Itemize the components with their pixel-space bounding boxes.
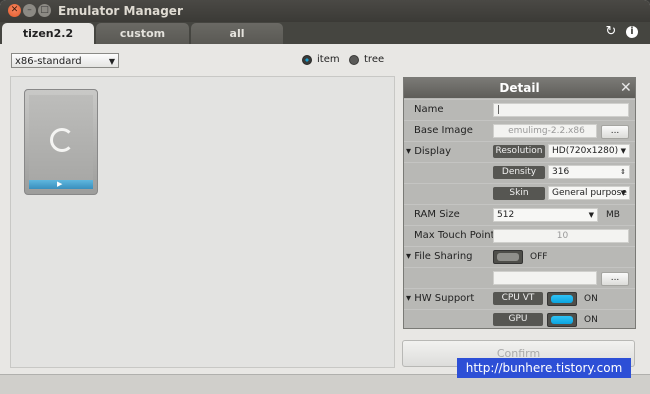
ram-label: RAM Size [414,209,460,220]
ram-select[interactable]: 512 ▼ [493,208,598,222]
info-icon[interactable]: i [626,26,638,38]
file-sharing-path-row: ... [404,267,635,287]
cpu-vt-label: CPU VT [493,292,543,305]
tab-tizen22[interactable]: tizen2.2 [2,23,94,44]
file-sharing-row: ▾ File Sharing OFF [404,246,635,266]
density-value: 316 [552,167,570,177]
density-spinner[interactable]: 316 ⇕ [548,165,630,179]
base-image-label: Base Image [414,125,473,136]
cpu-vt-toggle[interactable] [547,292,577,306]
display-group-label[interactable]: ▾ Display [406,142,451,162]
tab-bar: tizen2.2 custom all ↻ i [0,22,650,44]
skin-select[interactable]: General purpose ▼ [548,186,630,200]
resolution-value: HD(720x1280) [552,146,619,156]
ram-row: RAM Size 512 ▼ MB [404,204,635,224]
file-sharing-browse-button[interactable]: ... [601,272,629,286]
density-label: Density [493,166,545,179]
ram-unit: MB [606,210,620,220]
name-label: Name [414,104,444,115]
resolution-select[interactable]: HD(720x1280) ▼ [548,144,630,158]
emulator-item[interactable]: ▶ [24,89,98,195]
touch-field: 10 [493,229,629,243]
spinner-arrows-icon: ⇕ [620,168,626,176]
title-bar: ✕ – □ Emulator Manager [0,0,650,22]
loading-spinner-icon [50,128,74,152]
gpu-row: GPU ON [404,309,635,329]
view-tree-label[interactable]: tree [364,54,384,65]
name-row: Name | [404,99,635,119]
gpu-toggle[interactable] [547,313,577,327]
collapse-arrow-icon: ▾ [406,293,415,304]
detail-panel: Detail ✕ Name | Base Image emulimg-2.2.x… [403,77,636,329]
ram-value: 512 [497,210,515,220]
view-item-radio[interactable] [302,55,312,65]
dropdown-arrow-icon: ▼ [620,189,626,197]
base-image-browse-button[interactable]: ... [601,125,629,139]
refresh-icon[interactable]: ↻ [604,25,618,39]
gpu-label: GPU [493,313,543,326]
display-label: Display [414,146,452,157]
skin-value: General purpose [552,188,627,198]
file-sharing-path-field[interactable] [493,271,597,285]
base-image-row: Base Image emulimg-2.2.x86 ... [404,120,635,140]
tab-all[interactable]: all [191,23,283,44]
dropdown-arrow-icon: ▼ [108,57,115,66]
window-title: Emulator Manager [58,4,183,18]
profile-select[interactable]: x86-standard ▼ [11,53,119,68]
emulator-manager-window: ✕ – □ Emulator Manager tizen2.2 custom a… [0,0,650,394]
tab-custom[interactable]: custom [96,23,189,44]
gpu-state: ON [584,315,598,325]
view-tree-radio[interactable] [349,55,359,65]
hw-support-group-label[interactable]: ▾ HW Support [406,289,474,309]
profile-select-value: x86-standard [15,56,82,67]
resolution-label: Resolution [493,145,545,158]
density-row: Density 316 ⇕ [404,162,635,182]
minimize-window-icon[interactable]: – [23,4,36,17]
dropdown-arrow-icon: ▼ [620,147,626,155]
maximize-window-icon[interactable]: □ [38,4,51,17]
name-input[interactable]: | [493,103,629,117]
collapse-arrow-icon: ▾ [406,251,415,262]
toggle-knob [551,295,573,303]
view-item-label[interactable]: item [317,54,340,65]
file-sharing-state: OFF [530,252,548,262]
toggle-knob [551,316,573,324]
detail-close-icon[interactable]: ✕ [620,79,632,97]
emulator-screen [29,95,93,180]
file-sharing-group-label[interactable]: ▾ File Sharing [406,247,473,267]
base-image-field: emulimg-2.2.x86 [493,124,597,138]
watermark: http://bunhere.tistory.com [457,358,631,378]
hw-support-label: HW Support [414,293,475,304]
dropdown-arrow-icon: ▼ [588,211,594,219]
file-sharing-toggle[interactable] [493,250,523,264]
play-icon[interactable]: ▶ [57,180,62,189]
collapse-arrow-icon: ▾ [406,146,415,157]
close-window-icon[interactable]: ✕ [8,4,21,17]
toggle-knob [497,253,519,261]
file-sharing-label: File Sharing [414,251,473,262]
skin-row: Skin General purpose ▼ [404,183,635,203]
detail-title: Detail [404,78,635,98]
touch-label: Max Touch Point [414,230,495,241]
skin-label: Skin [493,187,545,200]
resolution-row: ▾ Display Resolution HD(720x1280) ▼ [404,141,635,161]
touch-row: Max Touch Point 10 [404,225,635,245]
cpu-vt-row: ▾ HW Support CPU VT ON [404,288,635,308]
cpu-vt-state: ON [584,294,598,304]
